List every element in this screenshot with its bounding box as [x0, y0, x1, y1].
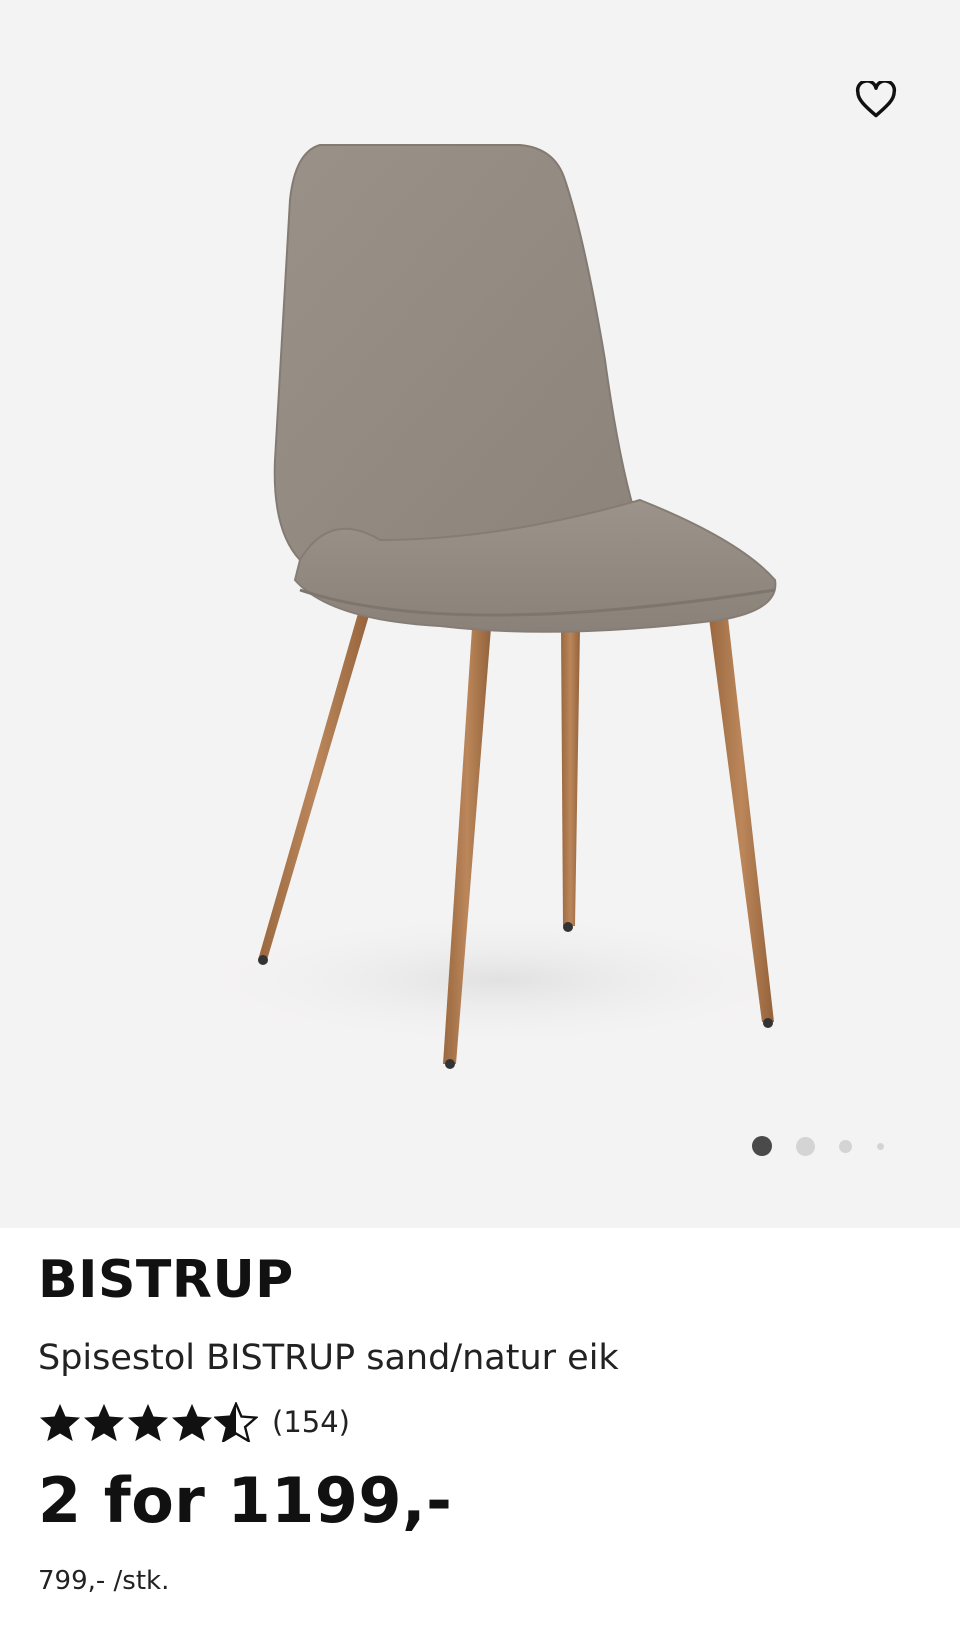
pagination-dot-2[interactable]: [796, 1137, 815, 1156]
product-brand: BISTRUP: [38, 1250, 294, 1310]
product-rating[interactable]: (154): [38, 1400, 350, 1444]
star-half-icon: [214, 1402, 258, 1442]
star-full-icon: [84, 1403, 124, 1442]
heart-icon: [855, 81, 897, 118]
gallery-pagination: [746, 1133, 896, 1159]
star-full-icon: [128, 1403, 168, 1442]
rating-stars: [38, 1402, 258, 1442]
favorite-button[interactable]: [846, 70, 906, 130]
pagination-dot-4[interactable]: [877, 1143, 884, 1150]
star-full-icon: [40, 1403, 80, 1442]
product-description: Spisestol BISTRUP sand/natur eik: [38, 1338, 619, 1378]
product-image-gallery[interactable]: [0, 0, 960, 1228]
star-full-icon: [172, 1403, 212, 1442]
product-image-chair: [180, 144, 820, 1069]
product-price: 2 for 1199,-: [38, 1464, 453, 1537]
unit-price: 799,- /stk.: [38, 1566, 170, 1596]
pagination-dot-3[interactable]: [839, 1140, 852, 1153]
pagination-dot-1[interactable]: [752, 1136, 772, 1156]
review-count: (154): [272, 1405, 350, 1439]
